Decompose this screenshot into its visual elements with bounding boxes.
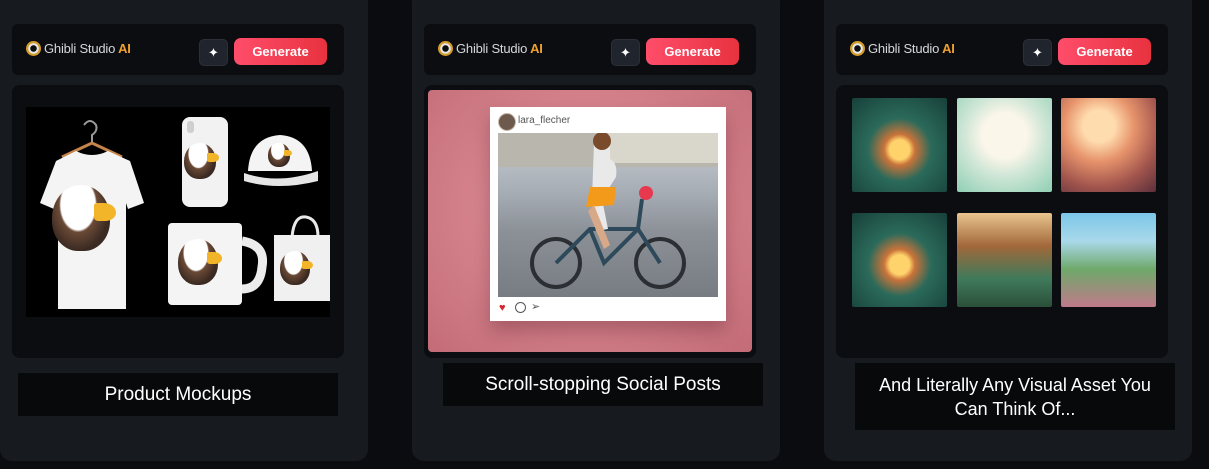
- sparkle-button[interactable]: ✦: [199, 39, 228, 66]
- post-frame: lara_flecher ♥ ➢: [490, 107, 726, 321]
- generate-button[interactable]: Generate: [234, 38, 327, 65]
- thumb-storybook-2: [852, 213, 947, 307]
- brand-name: Ghibli Studio: [44, 41, 116, 56]
- sparkle-button[interactable]: ✦: [611, 39, 640, 66]
- brand-ai: AI: [118, 41, 131, 56]
- card-caption: And Literally Any Visual Asset You Can T…: [855, 363, 1175, 430]
- social-post-image: lara_flecher ♥ ➢: [424, 85, 756, 358]
- generate-button[interactable]: Generate: [646, 38, 739, 65]
- cyclist-photo: [498, 132, 718, 297]
- brand-ai: AI: [530, 41, 543, 56]
- eagle-print-cap: [268, 143, 293, 167]
- thumb-storytelling: [957, 98, 1052, 192]
- comment-icon[interactable]: [515, 302, 526, 313]
- card-toolbar: Ghibli Studio AI ✦ Generate: [424, 24, 756, 75]
- heart-icon[interactable]: ♥: [499, 302, 506, 314]
- ghibli-logo-icon: [438, 41, 453, 56]
- sparkle-icon: ✦: [1032, 44, 1043, 60]
- thumb-family: [1061, 98, 1156, 192]
- brand-name: Ghibli Studio: [868, 41, 940, 56]
- sparkle-icon: ✦: [620, 44, 631, 60]
- card-caption: Product Mockups: [18, 373, 338, 416]
- thumb-bookshop: [957, 213, 1052, 307]
- product-mockups-card: Ghibli Studio AI ✦ Generate Product Mock…: [0, 0, 368, 461]
- avatar: [498, 113, 516, 131]
- ghibli-logo-icon: [850, 41, 865, 56]
- ghibli-logo-icon: [26, 41, 41, 56]
- eagle-print-mug: [178, 239, 222, 285]
- mockups-image: [12, 85, 344, 358]
- brand: Ghibli Studio AI: [438, 41, 543, 56]
- post-username: lara_flecher: [518, 115, 571, 126]
- sparkle-button[interactable]: ✦: [1023, 39, 1052, 66]
- brand: Ghibli Studio AI: [26, 41, 131, 56]
- eagle-print-tote: [280, 251, 313, 285]
- thumb-boy-reading: [1061, 213, 1156, 307]
- card-toolbar: Ghibli Studio AI ✦ Generate: [836, 24, 1168, 75]
- send-icon[interactable]: ➢: [531, 300, 540, 313]
- brand: Ghibli Studio AI: [850, 41, 955, 56]
- brand-name: Ghibli Studio: [456, 41, 528, 56]
- eagle-print-phone: [184, 143, 220, 179]
- visual-assets-card: Ghibli Studio AI ✦ Generate And Literall…: [824, 0, 1192, 461]
- cyclist-illustration: [498, 132, 718, 289]
- generate-button[interactable]: Generate: [1058, 38, 1151, 65]
- card-toolbar: Ghibli Studio AI ✦ Generate: [12, 24, 344, 75]
- assets-grid-image: [836, 85, 1168, 358]
- thumb-storybook: [852, 98, 947, 192]
- brand-ai: AI: [942, 41, 955, 56]
- social-posts-card: Ghibli Studio AI ✦ Generate lara_flecher: [412, 0, 780, 461]
- sparkle-icon: ✦: [208, 44, 219, 60]
- card-caption: Scroll-stopping Social Posts: [443, 363, 763, 406]
- eagle-print-shirt: [52, 185, 116, 251]
